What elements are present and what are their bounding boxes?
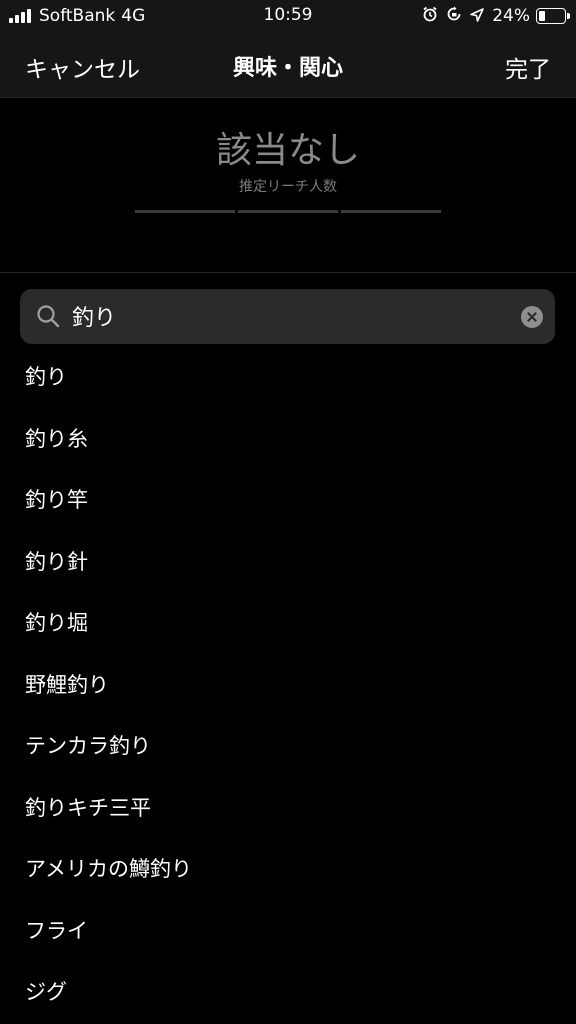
reach-value: 該当なし — [215, 130, 360, 171]
estimated-reach-panel: 該当なし 推定リーチ人数 — [0, 99, 576, 273]
status-bar: SoftBank 4G 10:59 24% — [0, 0, 576, 34]
location-icon — [470, 7, 485, 26]
done-button[interactable]: 完了 — [505, 50, 551, 84]
battery-percent: 24% — [492, 6, 530, 26]
list-item[interactable]: 釣り針 — [0, 532, 576, 594]
list-item[interactable]: 釣りキチ三平 — [0, 778, 576, 840]
reach-meter-segment — [238, 210, 338, 213]
reach-label: 推定リーチ人数 — [239, 179, 337, 195]
list-item[interactable]: ジグ — [0, 962, 576, 1024]
results-list: 釣り 釣り糸 釣り竿 釣り針 釣り堀 野鯉釣り テンカラ釣り 釣りキチ三平 アメ… — [0, 347, 576, 1024]
alarm-icon — [422, 6, 438, 26]
search-icon — [36, 304, 60, 332]
reach-meter-segment — [341, 210, 441, 213]
nav-bar: キャンセル 興味・関心 完了 — [0, 34, 576, 98]
list-item[interactable]: アメリカの鱒釣り — [0, 839, 576, 901]
search-bar[interactable] — [20, 289, 555, 344]
list-item[interactable]: 釣り堀 — [0, 593, 576, 655]
reach-meter-segment — [135, 210, 235, 213]
list-item[interactable]: フライ — [0, 901, 576, 963]
battery-icon — [536, 8, 570, 24]
page-title: 興味・関心 — [232, 56, 343, 81]
orientation-lock-icon — [446, 6, 462, 26]
list-item[interactable]: 釣り竿 — [0, 470, 576, 532]
list-item[interactable]: 野鯉釣り — [0, 655, 576, 717]
reach-meter — [135, 210, 444, 213]
search-input[interactable] — [72, 298, 512, 334]
list-item[interactable]: テンカラ釣り — [0, 716, 576, 778]
status-right: 24% — [414, 5, 570, 27]
clear-icon[interactable] — [521, 306, 543, 328]
list-item[interactable]: 釣り — [0, 347, 576, 409]
list-item[interactable]: 釣り糸 — [0, 409, 576, 471]
